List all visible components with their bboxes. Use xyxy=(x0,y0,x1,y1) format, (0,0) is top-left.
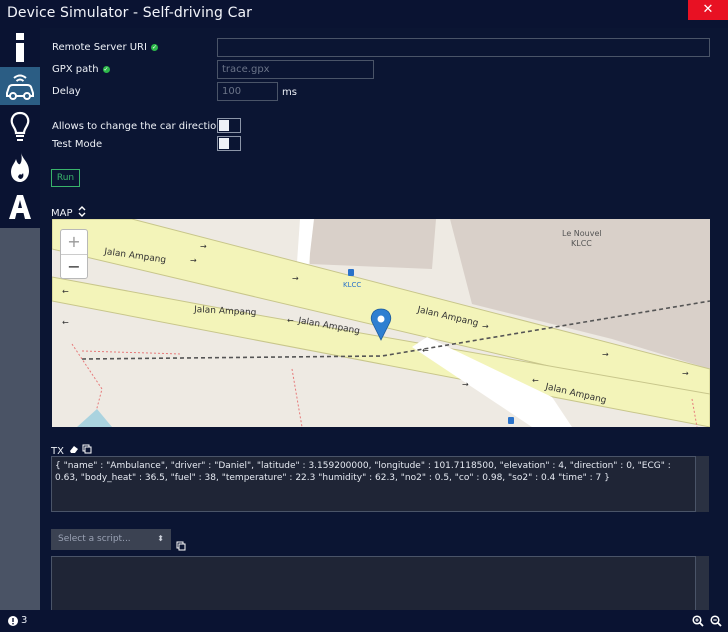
gpx-input[interactable]: trace.gpx xyxy=(217,60,374,79)
sidebar-item-text[interactable] xyxy=(0,188,40,226)
tx-output[interactable]: { "name" : "Ambulance", "driver" : "Dani… xyxy=(51,456,696,512)
svg-text:←: ← xyxy=(287,316,294,325)
direction-toggle[interactable] xyxy=(217,118,241,133)
run-button[interactable]: Run xyxy=(51,169,80,187)
direction-label: Allows to change the car direction xyxy=(52,121,223,132)
svg-text:←: ← xyxy=(532,376,539,385)
svg-text:→: → xyxy=(292,274,299,283)
bus-stop-icon xyxy=(508,417,514,424)
title-bar: Device Simulator - Self-driving Car ✕ xyxy=(0,0,728,28)
map-station-label: KLCC xyxy=(343,281,361,289)
map-building xyxy=(310,219,436,269)
svg-text:→: → xyxy=(190,256,197,265)
map-canvas: Jalan Ampang Jalan Ampang Jalan Ampang J… xyxy=(52,219,710,427)
svg-text:→: → xyxy=(602,350,609,359)
svg-text:→: → xyxy=(682,369,689,378)
toggle-knob xyxy=(219,120,229,131)
script-editor[interactable] xyxy=(51,556,696,611)
sidebar-item-light[interactable] xyxy=(0,108,40,146)
copy-icon[interactable] xyxy=(176,541,186,551)
svg-text:←: ← xyxy=(422,346,429,355)
flame-icon xyxy=(11,152,29,182)
remote-server-label: Remote Server URI ✓ xyxy=(52,42,158,53)
letter-a-icon xyxy=(9,195,31,219)
map-poi-label: Le Nouvel xyxy=(562,229,602,238)
map-zoom-control: + − xyxy=(60,229,88,279)
warning-icon[interactable] xyxy=(8,616,18,626)
delay-unit: ms xyxy=(282,87,297,98)
lightbulb-icon xyxy=(10,111,30,141)
sidebar-item-info[interactable] xyxy=(0,28,40,66)
map-poi-label: KLCC xyxy=(571,239,592,248)
gpx-label: GPX path ✓ xyxy=(52,64,110,75)
copy-icon[interactable] xyxy=(82,444,92,454)
zoom-out-button[interactable]: − xyxy=(61,255,87,279)
map-section-toggle[interactable]: MAP xyxy=(51,206,86,219)
sidebar-spacer xyxy=(0,228,40,610)
window-title: Device Simulator - Self-driving Car xyxy=(7,5,252,21)
select-arrows-icon: ⬍ xyxy=(157,534,164,543)
eraser-icon[interactable] xyxy=(69,445,79,454)
remote-server-input[interactable] xyxy=(217,38,710,57)
zoom-in-button[interactable]: + xyxy=(61,230,87,255)
sidebar-item-fire[interactable] xyxy=(0,148,40,186)
svg-text:←: ← xyxy=(62,287,69,296)
test-mode-label: Test Mode xyxy=(52,139,103,150)
script-select[interactable]: Select a script... ⬍ xyxy=(51,529,171,550)
svg-text:→: → xyxy=(462,380,469,389)
car-signal-icon xyxy=(6,74,34,100)
check-icon: ✓ xyxy=(102,66,110,73)
delay-input[interactable]: 100 xyxy=(217,82,278,101)
map-water xyxy=(77,409,112,427)
svg-text:←: ← xyxy=(62,318,69,327)
map-boundary-line xyxy=(291,368,303,427)
delay-label: Delay xyxy=(52,86,81,97)
warning-count: 3 xyxy=(21,615,28,626)
info-icon xyxy=(16,33,24,62)
check-icon: ✓ xyxy=(150,44,158,51)
map-boundary-line xyxy=(81,350,183,355)
svg-text:→: → xyxy=(482,322,489,331)
status-bar: 3 xyxy=(0,610,728,632)
close-button[interactable]: ✕ xyxy=(688,0,728,20)
svg-text:→: → xyxy=(200,242,207,251)
toggle-knob xyxy=(219,138,229,149)
close-icon: ✕ xyxy=(702,2,714,17)
sidebar-item-car[interactable] xyxy=(0,67,40,105)
map-view[interactable]: Jalan Ampang Jalan Ampang Jalan Ampang J… xyxy=(52,219,710,427)
zoom-out-icon[interactable] xyxy=(710,615,722,627)
sidebar xyxy=(0,28,40,228)
bus-stop-icon xyxy=(348,269,354,276)
zoom-in-icon[interactable] xyxy=(692,615,704,627)
script-scrollbar[interactable] xyxy=(696,556,709,610)
sort-icon xyxy=(78,206,86,217)
tx-scrollbar[interactable] xyxy=(696,456,709,512)
script-select-value: Select a script... xyxy=(58,534,131,544)
test-mode-toggle[interactable] xyxy=(217,136,241,151)
